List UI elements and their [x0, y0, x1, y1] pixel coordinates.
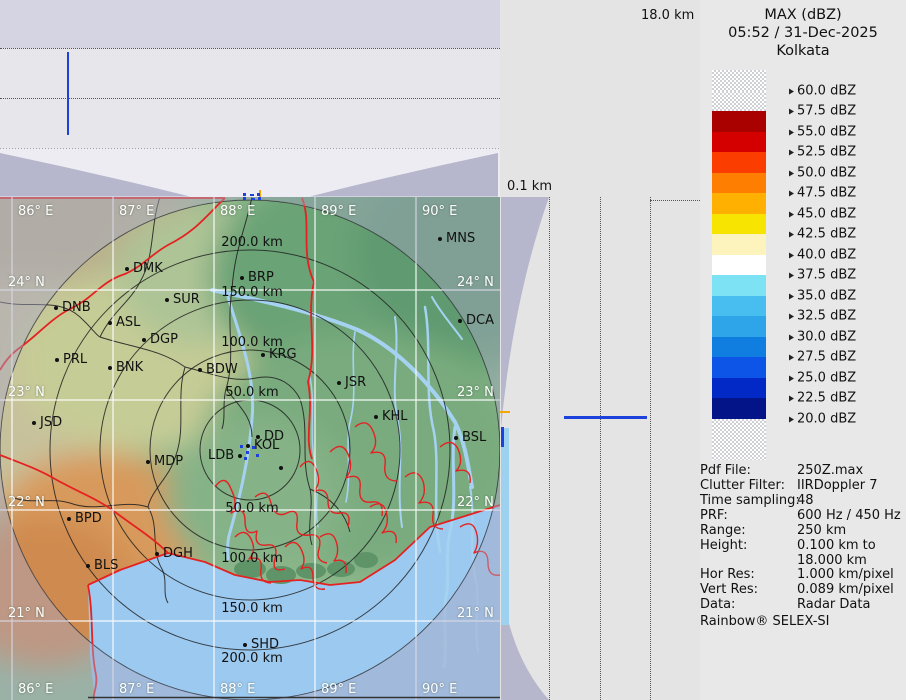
right-panel-low-level-echo-band [501, 428, 509, 625]
right-panel-gridline-18km [650, 197, 651, 700]
map-graphic [0, 197, 500, 700]
right-panel-wings [500, 195, 660, 700]
right-panel-gridline-12km [600, 197, 601, 700]
clip-wings-graphic [0, 148, 500, 197]
top-panel-echo-column [67, 52, 69, 135]
metadata-value: 18.000 km [797, 553, 867, 568]
metadata-value: IIRDoppler 7 [797, 478, 878, 493]
metadata-value: Radar Data [797, 597, 870, 612]
metadata-label: Vert Res: [700, 582, 758, 597]
height-axis-min-label: 0.1 km [507, 179, 552, 194]
metadata-value: 600 Hz / 450 Hz [797, 508, 901, 523]
map-top-clip-strip [0, 148, 500, 197]
metadata-value: 0.100 km to [797, 538, 876, 553]
top-panel-out-of-range-band [0, 0, 500, 48]
top-panel-gridline-6km [0, 98, 500, 99]
right-panel-echo-mark [501, 427, 504, 447]
right-panel-echo-tick [500, 411, 510, 413]
top-panel-gridline-12km [0, 48, 500, 49]
height-axis-max-label: 18.0 km [641, 8, 694, 23]
metadata-label: Pdf File: [700, 463, 751, 478]
metadata-value: 0.089 km/pixel [797, 582, 894, 597]
metadata-value: 250 km [797, 523, 846, 538]
right-panel-echo-line [564, 416, 647, 419]
metadata-label: Height: [700, 538, 747, 553]
metadata-label: Data: [700, 597, 735, 612]
right-panel-gridline-6km [549, 197, 550, 700]
metadata-value: 1.000 km/pixel [797, 567, 894, 582]
right-projection-panel [500, 195, 660, 700]
radar-app-window: 18.0 km 0.1 km MAX (dBZ) 05:52 / 31-Dec-… [0, 0, 906, 700]
metadata-value: 250Z.max [797, 463, 863, 478]
legend-panel: MAX (dBZ) 05:52 / 31-Dec-2025 Kolkata 60… [700, 0, 906, 700]
metadata-value: 48 [797, 493, 814, 508]
metadata-label: PRF: [700, 508, 728, 523]
metadata-label: Clutter Filter: [700, 478, 785, 493]
metadata-label: Time sampling: [700, 493, 800, 508]
map-panel [0, 197, 500, 700]
software-brand: Rainbow® SELEX-SI [700, 614, 830, 629]
product-metadata: Pdf File: 250Z.max Clutter Filter: IIRDoppl… [700, 0, 906, 700]
top-projection-panel [0, 0, 500, 148]
metadata-label: Hor Res: [700, 567, 755, 582]
metadata-label: Range: [700, 523, 746, 538]
